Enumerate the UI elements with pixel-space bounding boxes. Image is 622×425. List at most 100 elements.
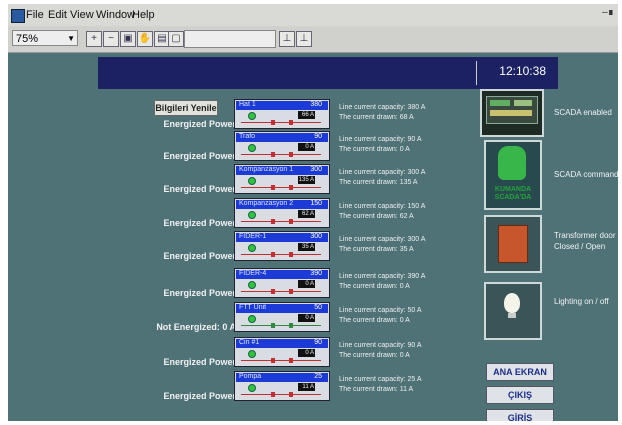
feeder-title-bar: Hat 1 380 bbox=[236, 101, 328, 110]
door-label-line1: Transformer door bbox=[554, 231, 616, 240]
feeder-status-label: Energized Power bbox=[163, 288, 236, 298]
feeder-panel[interactable]: Trafo 90 0 A bbox=[234, 131, 330, 161]
menu-bar: File Edit View Window Help –∎ bbox=[8, 4, 618, 26]
menu-view[interactable]: View bbox=[70, 9, 94, 21]
menu-edit[interactable]: Edit bbox=[48, 9, 67, 21]
busbar-line bbox=[241, 254, 321, 255]
window-control[interactable]: –∎ bbox=[602, 7, 614, 18]
feeder-capacity: 90 bbox=[314, 133, 322, 140]
current-drawn-text: The current drawn: 0 A bbox=[339, 352, 410, 359]
feeder-info: Line current capacity: 50 A The current d… bbox=[339, 306, 422, 326]
feeder-title-bar: FIDER-1 300 bbox=[236, 233, 328, 242]
breaker-icon bbox=[271, 152, 275, 157]
feeder-panel[interactable]: FIDER-1 300 35 A bbox=[234, 231, 330, 261]
zoom-select[interactable]: 75% ▼ bbox=[12, 30, 78, 46]
feeder-info: Line current capacity: 380 A The current … bbox=[339, 103, 425, 123]
current-drawn-text: The current drawn: 35 A bbox=[339, 246, 414, 253]
chevron-down-icon: ▼ bbox=[67, 34, 75, 43]
giris-button[interactable]: GİRİŞ bbox=[486, 409, 554, 421]
feeder-panel[interactable]: Cin #1 90 0 A bbox=[234, 337, 330, 367]
lighting-label: Lighting on / off bbox=[554, 297, 609, 306]
breaker-icon bbox=[289, 392, 293, 397]
feeder-status-label: Energized Power bbox=[163, 218, 236, 228]
refresh-info-button[interactable]: Bilgileri Yenile bbox=[154, 100, 218, 116]
breaker-icon bbox=[289, 358, 293, 363]
feeder-capacity: 300 bbox=[310, 233, 322, 240]
feeder-status-label: Energized Power bbox=[163, 151, 236, 161]
feeder-name: FTT Unit bbox=[239, 304, 267, 311]
menu-help[interactable]: Help bbox=[132, 9, 155, 21]
status-led-icon bbox=[248, 315, 256, 323]
lightbulb-icon bbox=[504, 293, 520, 313]
status-led-icon bbox=[248, 244, 256, 252]
line-capacity-text: Line current capacity: 25 A bbox=[339, 376, 422, 383]
feeder-title-bar: FTT Unit 50 bbox=[236, 304, 328, 313]
header-bar: 12:10:38 bbox=[98, 57, 558, 89]
feeder-capacity: 150 bbox=[310, 200, 322, 207]
feeder-status-label: Energized Power bbox=[163, 357, 236, 367]
toolbar: 75% ▼ + − ▣ ✋ ▤ ▢ ⊥ ⊥ bbox=[8, 26, 618, 53]
busbar-line bbox=[241, 187, 321, 188]
line-capacity-text: Line current capacity: 90 A bbox=[339, 342, 422, 349]
feeder-name: Kompanzasyon 1 bbox=[239, 166, 294, 173]
feeder-info: Line current capacity: 25 A The current d… bbox=[339, 375, 422, 395]
zoom-in-icon[interactable]: + bbox=[86, 31, 102, 47]
feeder-capacity: 390 bbox=[310, 270, 322, 277]
current-reading: 62 A bbox=[298, 210, 315, 218]
menu-window[interactable]: Window bbox=[96, 9, 135, 21]
feeder-name: Hat 1 bbox=[239, 101, 256, 108]
feeder-panel[interactable]: Pompa 25 11 A bbox=[234, 371, 330, 401]
breaker-icon bbox=[271, 120, 275, 125]
menu-file[interactable]: File bbox=[26, 9, 44, 21]
feeder-status-label: Energized Power bbox=[163, 119, 236, 129]
current-drawn-text: The current drawn: 135 A bbox=[339, 179, 418, 186]
ana-ekran-button[interactable]: ANA EKRAN bbox=[486, 363, 554, 381]
status-led-icon bbox=[248, 211, 256, 219]
lighting-toggle[interactable] bbox=[484, 282, 542, 340]
feeder-capacity: 300 bbox=[310, 166, 322, 173]
line-capacity-text: Line current capacity: 300 A bbox=[339, 169, 426, 176]
current-reading: 66 A bbox=[298, 111, 315, 119]
breaker-icon bbox=[289, 152, 293, 157]
feeder-status-label: Energized Power bbox=[163, 184, 236, 194]
line-capacity-text: Line current capacity: 380 A bbox=[339, 104, 426, 111]
toolbar-field[interactable] bbox=[184, 30, 276, 48]
current-reading: 0 A bbox=[298, 349, 315, 357]
breaker-icon bbox=[271, 323, 275, 328]
scada-command-button[interactable]: KUMANDA SCADA'DA bbox=[484, 140, 542, 210]
zoom-out-icon[interactable]: − bbox=[103, 31, 119, 47]
feeder-name: Kompanzasyon 2 bbox=[239, 200, 294, 207]
hand-tool-icon[interactable]: ✋ bbox=[137, 31, 153, 47]
properties-icon[interactable]: ▢ bbox=[168, 31, 184, 47]
breaker-icon bbox=[271, 219, 275, 224]
feeder-name: FIDER-1 bbox=[239, 233, 267, 240]
chart-icon-1[interactable]: ⊥ bbox=[279, 31, 295, 47]
feeder-info: Line current capacity: 390 A The current … bbox=[339, 272, 425, 292]
current-drawn-text: The current drawn: 0 A bbox=[339, 317, 410, 324]
fit-page-icon[interactable]: ▣ bbox=[120, 31, 136, 47]
feeder-panel[interactable]: FIDER-4 390 0 A bbox=[234, 268, 330, 298]
current-reading: 135 A bbox=[298, 176, 315, 184]
scada-command-label: SCADA command bbox=[554, 170, 618, 179]
feeder-panel[interactable]: Kompanzasyon 2 150 62 A bbox=[234, 198, 330, 228]
hand-icon bbox=[498, 146, 526, 180]
feeder-status-label: Energized Power bbox=[163, 251, 236, 261]
zoom-value: 75% bbox=[16, 33, 39, 45]
breaker-icon bbox=[289, 185, 293, 190]
current-reading: 35 A bbox=[298, 243, 315, 251]
feeder-title-bar: Trafo 90 bbox=[236, 133, 328, 142]
busbar-line bbox=[241, 291, 321, 292]
line-capacity-text: Line current capacity: 90 A bbox=[339, 136, 422, 143]
status-led-icon bbox=[248, 144, 256, 152]
cikis-button[interactable]: ÇIKIŞ bbox=[486, 386, 554, 404]
current-drawn-text: The current drawn: 11 A bbox=[339, 386, 414, 393]
feeder-capacity: 380 bbox=[310, 101, 322, 108]
current-reading: 0 A bbox=[298, 143, 315, 151]
feeder-panel[interactable]: Kompanzasyon 1 300 135 A bbox=[234, 164, 330, 194]
current-drawn-text: The current drawn: 62 A bbox=[339, 213, 414, 220]
feeder-title-bar: Kompanzasyon 1 300 bbox=[236, 166, 328, 175]
feeder-panel[interactable]: FTT Unit 50 0 A bbox=[234, 302, 330, 332]
chart-icon-2[interactable]: ⊥ bbox=[296, 31, 312, 47]
breaker-icon bbox=[271, 289, 275, 294]
feeder-panel[interactable]: Hat 1 380 66 A bbox=[234, 99, 330, 129]
